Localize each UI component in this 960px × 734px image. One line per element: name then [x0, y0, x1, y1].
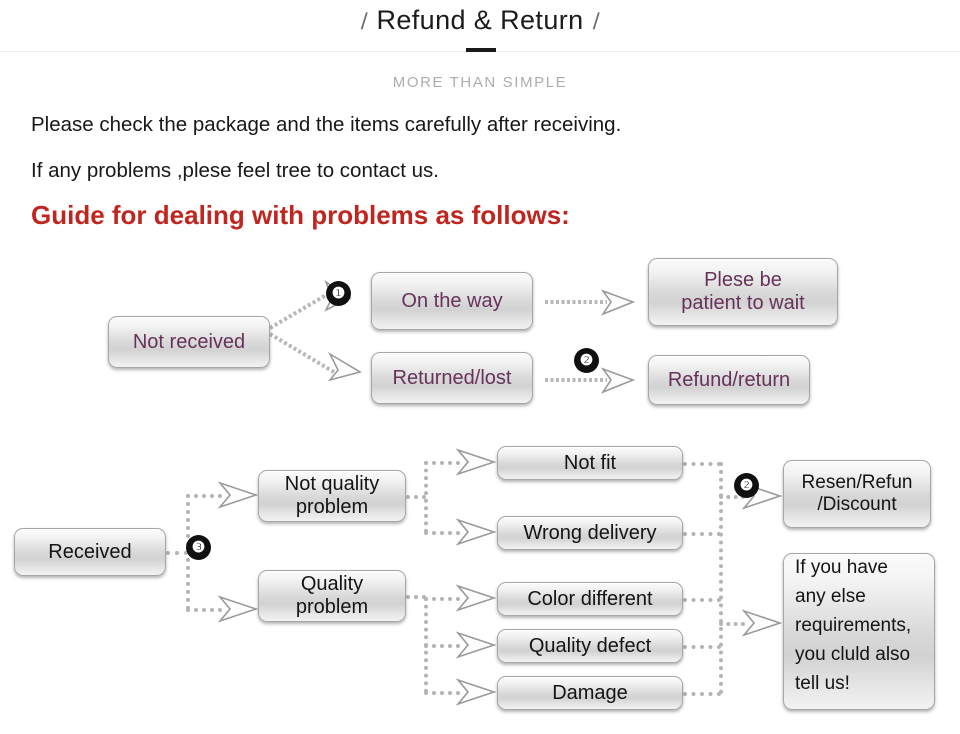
title-divider-accent [466, 48, 496, 52]
box-line-1: Resen/Refun [801, 472, 913, 494]
box-line-2: problem [295, 596, 369, 618]
page-title-text: Refund & Return [376, 5, 584, 35]
connector-not-quality-to-not-fit [424, 461, 460, 465]
box-line-2: problem [295, 496, 369, 518]
box-quality-defect[interactable]: Quality defect [497, 629, 683, 663]
box-received[interactable]: Received [14, 528, 166, 576]
box-damage[interactable]: Damage [497, 676, 683, 710]
box-color-different[interactable]: Color different [497, 582, 683, 616]
arrow-to-color-different [455, 584, 497, 612]
box-on-the-way[interactable]: On the way [371, 272, 533, 330]
box-not-fit[interactable]: Not fit [497, 446, 683, 480]
box-returned-lost[interactable]: Returned/lost [371, 352, 533, 404]
connector-wrong-delivery-stub [683, 532, 721, 536]
arrow-to-contact-us [741, 609, 783, 637]
fork-arrows-not-received [268, 279, 363, 382]
box-line-1: Quality [300, 573, 364, 595]
box-resend-refund-discount[interactable]: Resen/Refun /Discount [783, 460, 931, 528]
intro-line-2: If any problems ,plese feel tree to cont… [31, 159, 439, 182]
box-line-1: If you have [795, 557, 888, 578]
connector-quality-to-quality-defect [424, 644, 460, 648]
box-quality-problem[interactable]: Quality problem [258, 570, 406, 622]
connector-quality-to-damage [424, 691, 460, 695]
arrow-returned-lost-to-refund [545, 367, 636, 394]
connector-to-quality [186, 608, 222, 612]
connector-not-quality-trunk [424, 461, 428, 533]
connector-quality-to-color-different [424, 597, 460, 601]
arrow-to-damage [455, 678, 497, 706]
box-line-3: requirements, [795, 614, 912, 636]
box-contact-us-note[interactable]: If you have any else requirements, you c… [783, 553, 935, 710]
page-title: / Refund & Return / [0, 5, 960, 36]
box-line-5: tell us! [795, 672, 850, 694]
title-slash-left: / [360, 8, 368, 34]
box-not-received[interactable]: Not received [108, 316, 270, 368]
step-badge-1: ❶ [326, 281, 351, 306]
box-line-4: you cluld also [795, 643, 911, 665]
box-line-2: /Discount [817, 494, 897, 515]
arrow-to-not-quality-problem [217, 481, 259, 509]
arrow-to-quality-problem [217, 595, 259, 623]
title-slash-right: / [592, 8, 600, 34]
arrow-to-wrong-delivery [455, 518, 497, 546]
arrow-on-the-way-to-wait [545, 289, 636, 316]
step-badge-2-bottom: ❷ [734, 473, 759, 498]
connector-to-not-quality [186, 494, 222, 498]
step-badge-3: ❸ [186, 535, 211, 560]
arrow-to-not-fit [455, 448, 497, 476]
box-wrong-delivery[interactable]: Wrong delivery [497, 516, 683, 550]
connector-not-quality-stub [406, 495, 426, 499]
box-line-1: Plese be [704, 269, 782, 291]
connector-not-fit-stub [683, 462, 721, 466]
box-plese-be-patient-to-wait[interactable]: Plese be patient to wait [648, 258, 838, 326]
arrow-to-quality-defect [455, 631, 497, 659]
connector-not-quality-to-wrong-delivery [424, 531, 460, 535]
box-line-1: Not quality [284, 473, 380, 495]
box-refund-return[interactable]: Refund/return [648, 355, 810, 405]
connector-received-stub [166, 551, 188, 555]
step-badge-2-top: ❷ [574, 348, 599, 373]
connector-damage-stub [683, 692, 721, 696]
connector-quality-defect-stub [683, 645, 721, 649]
page-subtitle: MORE THAN SIMPLE [392, 74, 568, 91]
connector-quality-stub [406, 595, 426, 599]
intro-line-1: Please check the package and the items c… [31, 113, 622, 136]
connector-color-different-stub [683, 598, 721, 602]
box-line-2: patient to wait [681, 292, 805, 314]
box-line-2: any else [795, 585, 866, 607]
guide-heading: Guide for dealing with problems as follo… [31, 200, 570, 230]
page-header: / Refund & Return / MORE THAN SIMPLE [0, 0, 960, 105]
box-not-quality-problem[interactable]: Not quality problem [258, 470, 406, 522]
